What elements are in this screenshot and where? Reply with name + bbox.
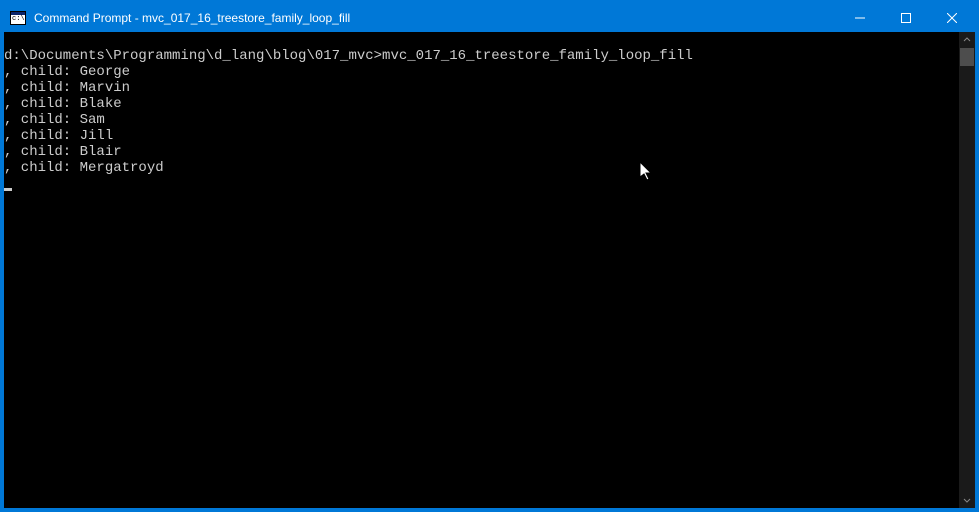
console-output[interactable]: d:\Documents\Programming\d_lang\blog\017…: [4, 32, 959, 508]
close-icon: [947, 13, 957, 23]
scroll-down-arrow[interactable]: [959, 492, 975, 508]
command-prompt-window: Command Prompt - mvc_017_16_treestore_fa…: [4, 4, 975, 508]
minimize-icon: [855, 13, 865, 23]
app-icon: [4, 11, 32, 25]
console-line: , child: George: [4, 64, 955, 80]
window-controls: [837, 4, 975, 32]
close-button[interactable]: [929, 4, 975, 32]
console-line: , child: Blair: [4, 144, 955, 160]
client-area: d:\Documents\Programming\d_lang\blog\017…: [4, 32, 975, 508]
chevron-up-icon: [963, 36, 971, 44]
scrollbar-thumb[interactable]: [960, 48, 974, 66]
console-line: , child: Jill: [4, 128, 955, 144]
cmd-icon: [10, 11, 26, 25]
vertical-scrollbar[interactable]: [959, 32, 975, 508]
cursor-line: [4, 176, 955, 192]
console-line: , child: Sam: [4, 112, 955, 128]
window-title: Command Prompt - mvc_017_16_treestore_fa…: [32, 11, 350, 25]
maximize-icon: [901, 13, 911, 23]
console-line: , child: Blake: [4, 96, 955, 112]
titlebar[interactable]: Command Prompt - mvc_017_16_treestore_fa…: [4, 4, 975, 32]
minimize-button[interactable]: [837, 4, 883, 32]
text-cursor: [4, 188, 12, 191]
prompt-line: d:\Documents\Programming\d_lang\blog\017…: [4, 48, 955, 64]
maximize-button[interactable]: [883, 4, 929, 32]
chevron-down-icon: [963, 496, 971, 504]
scroll-up-arrow[interactable]: [959, 32, 975, 48]
console-line: , child: Marvin: [4, 80, 955, 96]
console-line: [4, 32, 955, 48]
console-line: , child: Mergatroyd: [4, 160, 955, 176]
